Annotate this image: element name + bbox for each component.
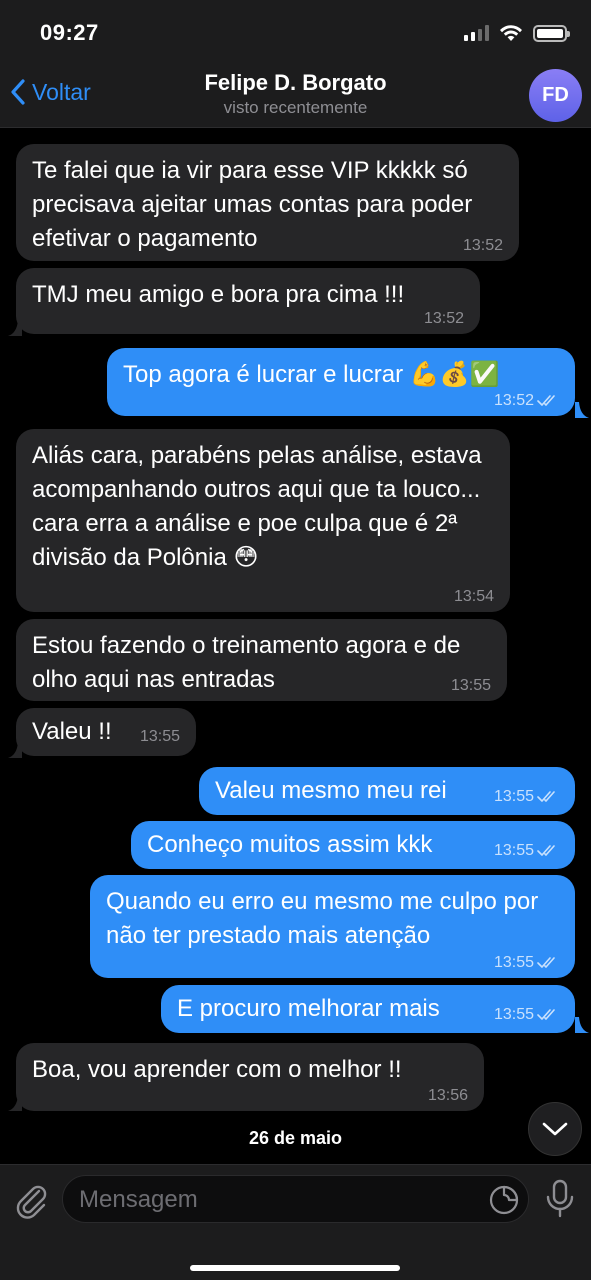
microphone-icon[interactable]: [545, 1179, 575, 1219]
chevron-left-icon: [11, 79, 25, 105]
scroll-down-button[interactable]: [528, 1102, 582, 1156]
message-time: 13:55: [493, 954, 534, 971]
message-bubble-incoming[interactable]: TMJ meu amigo e bora pra cima !!! 13:52: [16, 268, 480, 334]
chat-area[interactable]: Te falei que ia vir para esse VIP kkkkk …: [0, 129, 591, 1164]
date-separator: 26 de maio: [248, 1128, 343, 1148]
bubble-tail: [575, 402, 589, 418]
message-bubble-incoming[interactable]: Estou fazendo o treinamento agora e de o…: [16, 619, 507, 701]
battery-icon: [533, 24, 570, 42]
double-check-icon: [537, 957, 555, 968]
bubble-tail: [8, 1095, 22, 1111]
sticker-icon[interactable]: [488, 1184, 520, 1216]
avatar[interactable]: FD: [529, 69, 582, 122]
chevron-down-icon: [542, 1122, 568, 1136]
back-label: Voltar: [32, 78, 91, 105]
message-time: 13:55: [493, 1006, 534, 1023]
message-input[interactable]: Mensagem: [62, 1175, 529, 1223]
message-bubble-outgoing[interactable]: Top agora é lucrar e lucrar 💪💰✅ 13:52: [107, 348, 575, 416]
double-check-icon: [537, 395, 555, 406]
message-time: 13:52: [493, 392, 534, 409]
message-bubble-outgoing[interactable]: Valeu mesmo meu rei 13:55: [199, 767, 575, 815]
double-check-icon: [537, 845, 555, 856]
status-bar: 09:27: [0, 0, 591, 66]
message-time: 13:52: [423, 310, 464, 327]
message-time: 13:52: [462, 237, 503, 254]
message-bubble-outgoing[interactable]: E procuro melhorar mais 13:55: [161, 985, 575, 1033]
message-time: 13:55: [493, 842, 534, 859]
status-time: 09:27: [40, 20, 99, 45]
message-bubble-incoming[interactable]: Aliás cara, parabéns pelas análise, esta…: [16, 429, 510, 612]
message-time: 13:55: [450, 677, 491, 694]
message-bubble-incoming[interactable]: Boa, vou aprender com o melhor !! 13:56: [16, 1043, 484, 1111]
status-icons: [464, 24, 570, 42]
message-placeholder: Mensagem: [79, 1186, 198, 1213]
message-time: 13:55: [139, 728, 180, 745]
message-text: Boa, vou aprender com o melhor !!: [32, 1056, 402, 1083]
bubble-tail: [8, 320, 22, 336]
message-time: 13:54: [453, 588, 494, 605]
message-bubble-outgoing[interactable]: Conheço muitos assim kkk 13:55: [131, 821, 575, 869]
paperclip-icon[interactable]: [12, 1179, 50, 1219]
message-time: 13:56: [427, 1087, 468, 1104]
message-input-bar: Mensagem: [0, 1164, 591, 1280]
message-text: Top agora é lucrar e lucrar 💪💰✅: [123, 361, 500, 388]
wifi-icon: [500, 25, 522, 41]
bubble-tail: [575, 1017, 589, 1033]
message-text: Estou fazendo o treinamento agora e de o…: [32, 632, 461, 693]
home-indicator: [190, 1265, 400, 1271]
message-time: 13:55: [493, 788, 534, 805]
back-button[interactable]: Voltar: [10, 78, 91, 106]
chat-header: Voltar Felipe D. Borgato visto recenteme…: [0, 66, 591, 128]
message-text: Aliás cara, parabéns pelas análise, esta…: [32, 442, 482, 571]
message-text: TMJ meu amigo e bora pra cima !!!: [32, 281, 405, 308]
signal-icon: [464, 25, 489, 41]
double-check-icon: [537, 791, 555, 802]
message-bubble-incoming[interactable]: Valeu !! 13:55: [16, 708, 196, 756]
message-text: Te falei que ia vir para esse VIP kkkkk …: [32, 157, 473, 252]
bubble-tail: [8, 742, 22, 758]
double-check-icon: [537, 1009, 555, 1020]
message-bubble-incoming[interactable]: Te falei que ia vir para esse VIP kkkkk …: [16, 144, 519, 261]
message-text: Quando eu erro eu mesmo me culpo por não…: [106, 888, 539, 949]
message-bubble-outgoing[interactable]: Quando eu erro eu mesmo me culpo por não…: [90, 875, 575, 978]
